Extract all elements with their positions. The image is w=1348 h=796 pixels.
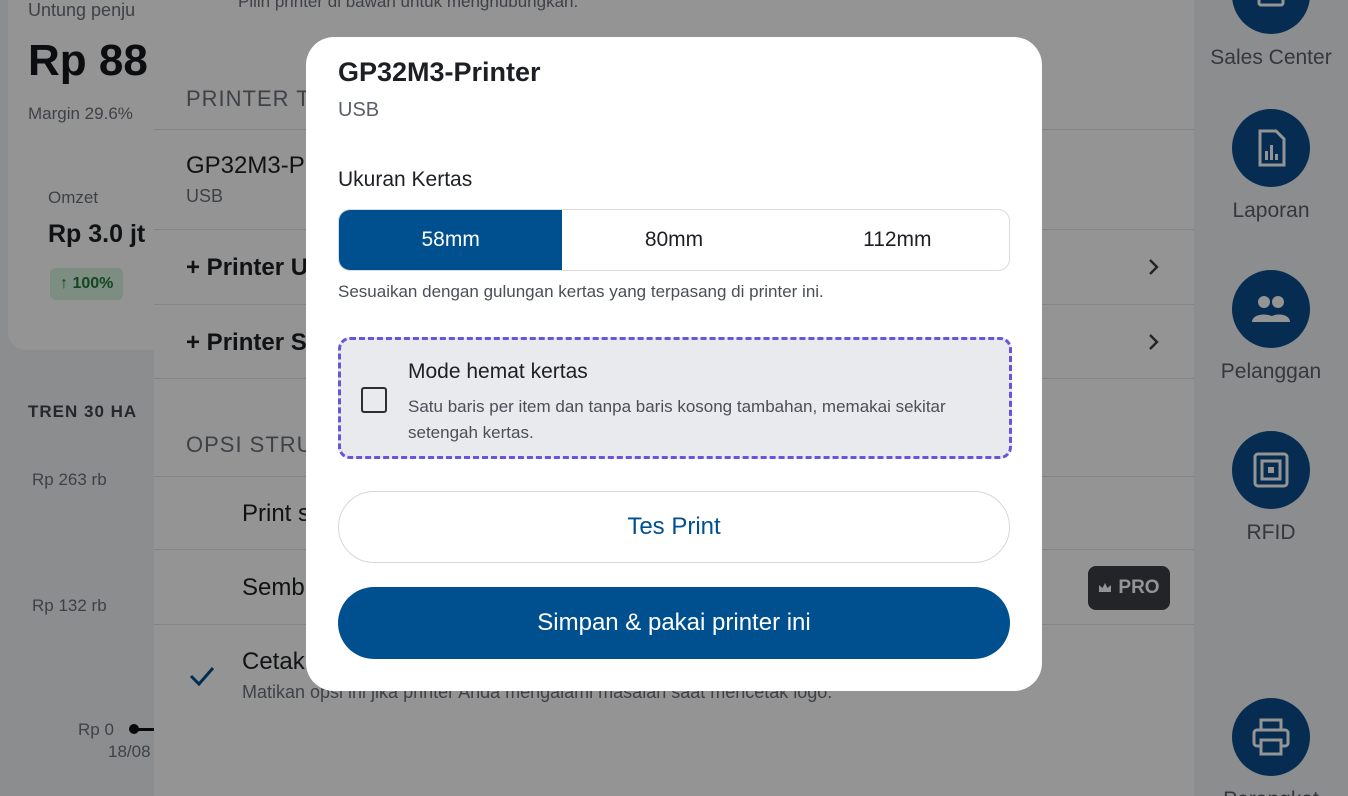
paper-size-58mm[interactable]: 58mm — [339, 210, 563, 270]
dialog-title: GP32M3-Printer — [338, 57, 541, 87]
paper-size-112mm[interactable]: 112mm — [786, 210, 1009, 270]
paper-saver-checkbox[interactable] — [361, 387, 387, 413]
dialog-connection-type: USB — [338, 99, 380, 121]
paper-saver-description: Satu baris per item dan tanpa baris koso… — [408, 397, 946, 442]
paper-size-label: Ukuran Kertas — [338, 168, 473, 191]
paper-size-hint: Sesuaikan dengan gulungan kertas yang te… — [338, 282, 824, 301]
test-print-button[interactable]: Tes Print — [338, 491, 1010, 563]
printer-config-dialog: GP32M3-Printer USB Ukuran Kertas 58mm 80… — [306, 37, 1042, 691]
save-and-use-printer-button[interactable]: Simpan & pakai printer ini — [338, 587, 1010, 659]
paper-saver-option[interactable]: Mode hemat kertas Satu baris per item da… — [338, 337, 1012, 459]
paper-size-selector: 58mm 80mm 112mm — [338, 209, 1010, 271]
paper-size-80mm[interactable]: 80mm — [562, 210, 785, 270]
paper-saver-title: Mode hemat kertas — [408, 360, 588, 383]
